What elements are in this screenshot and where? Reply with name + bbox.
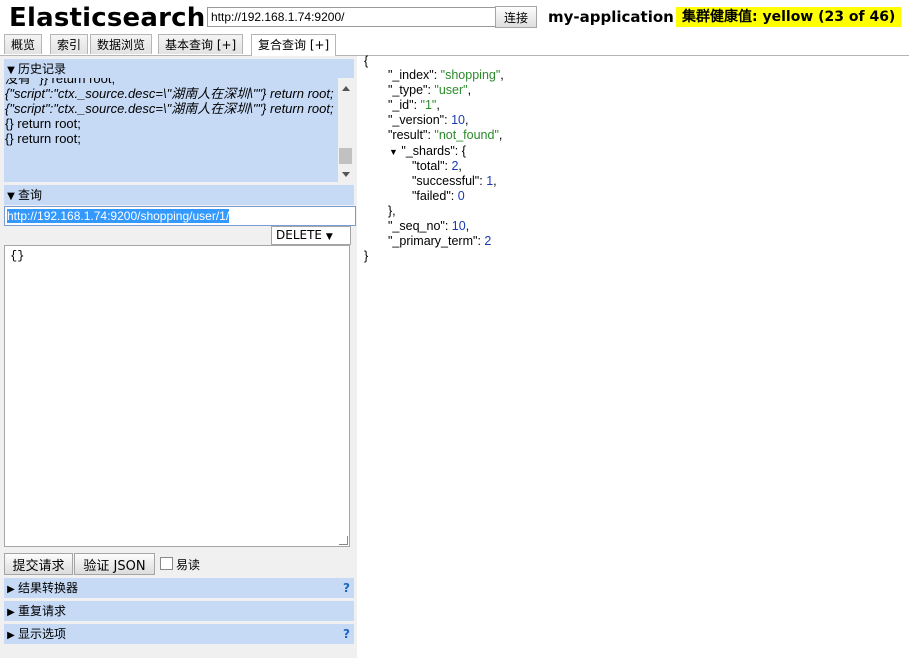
history-item[interactable]: {"script":"ctx._source.desc=\"湖南人在深圳\""}… <box>4 101 334 116</box>
json-field-result: "result": "not_found", <box>388 128 503 142</box>
help-icon[interactable]: ? <box>343 624 350 644</box>
submit-request-button[interactable]: 提交请求 <box>4 553 73 575</box>
json-field-type: "_type": "user", <box>388 83 472 97</box>
collapse-triangle-icon: ▼ <box>7 191 15 202</box>
panel-label: 重复请求 <box>18 604 67 618</box>
scroll-down-arrow-icon[interactable] <box>342 172 350 177</box>
json-shards-close: }, <box>388 204 396 218</box>
request-body-text: {} <box>10 249 25 263</box>
tab-overview[interactable]: 概览 <box>4 34 43 54</box>
connect-button[interactable]: 连接 <box>495 6 537 28</box>
json-field-id: "_id": "1", <box>388 98 440 112</box>
expand-triangle-icon: ▶ <box>7 630 15 641</box>
scroll-thumb[interactable] <box>339 148 352 164</box>
json-field-index: "_index": "shopping", <box>388 68 504 82</box>
panel-display-options[interactable]: ▶ 显示选项 ? <box>4 624 354 644</box>
history-item[interactable]: 没有" }} return root; <box>4 78 334 86</box>
query-title: 查询 <box>18 188 43 202</box>
response-panel: { "_index": "shopping", "_type": "user",… <box>361 54 909 658</box>
history-item[interactable]: {} return root; <box>4 116 334 131</box>
history-item-script: {"script":"ctx._source.desc=\"湖南人在深圳\""}… <box>5 101 334 116</box>
dropdown-arrow-icon: ▼ <box>325 232 333 242</box>
validate-json-button[interactable]: 验证 JSON <box>74 553 155 575</box>
http-method-value: DELETE <box>276 228 323 242</box>
expand-triangle-icon: ▶ <box>7 607 15 618</box>
scroll-up-arrow-icon[interactable] <box>342 86 350 91</box>
history-title: 历史记录 <box>18 62 67 76</box>
history-header[interactable]: ▼ 历史记录 <box>4 59 354 79</box>
query-url-input[interactable]: http://192.168.1.74:9200/shopping/user/1… <box>4 206 356 226</box>
json-field-seq-no: "_seq_no": 10, <box>388 219 470 233</box>
easy-read-label: 易读 <box>176 558 201 572</box>
panel-label: 显示选项 <box>18 627 67 641</box>
query-header[interactable]: ▼ 查询 <box>4 185 354 205</box>
easy-read-checkbox[interactable] <box>160 557 173 570</box>
history-item[interactable]: {"script":"ctx._source.desc=\"湖南人在深圳\""}… <box>4 86 334 101</box>
query-url-text: http://192.168.1.74:9200/shopping/user/1… <box>7 209 230 223</box>
collapse-caret-icon[interactable]: ▼ <box>389 147 398 157</box>
json-field-successful: "successful": 1, <box>412 174 497 188</box>
json-field-primary-term: "_primary_term": 2 <box>388 234 492 248</box>
tab-indices[interactable]: 索引 <box>50 34 89 54</box>
expand-triangle-icon: ▶ <box>7 584 15 595</box>
panel-result-transformer[interactable]: ▶ 结果转换器 ? <box>4 578 354 598</box>
history-scrollbar[interactable] <box>338 78 354 182</box>
json-open-brace: { <box>364 54 369 68</box>
history-item-script: {"script":"ctx._source.desc=\"湖南人在深圳\""}… <box>5 86 334 101</box>
cluster-url-input[interactable] <box>207 7 497 27</box>
json-field-version: "_version": 10, <box>388 113 469 127</box>
tab-browser[interactable]: 数据浏览 <box>90 34 153 54</box>
main-tabs: 概览 索引 数据浏览 基本查询 [+] 复合查询 [+] <box>0 33 909 56</box>
panel-label: 结果转换器 <box>18 581 79 595</box>
json-close-brace: } <box>364 249 369 263</box>
history-list[interactable]: 没有" }} return root; {"script":"ctx._sour… <box>4 78 354 182</box>
app-title: Elasticsearch <box>9 3 206 33</box>
tab-compound-query[interactable]: 复合查询 [+] <box>251 34 337 56</box>
resize-grip-icon[interactable] <box>339 536 348 545</box>
cluster-health-badge: 集群健康值: yellow (23 of 46) <box>676 7 902 27</box>
tab-basic-query[interactable]: 基本查询 [+] <box>158 34 244 54</box>
panel-repeat-request[interactable]: ▶ 重复请求 <box>4 601 354 621</box>
request-body-textarea[interactable]: {} <box>4 245 350 547</box>
json-field-failed: "failed": 0 <box>412 189 465 203</box>
json-field-shards[interactable]: ▼ "_shards": { <box>389 144 466 160</box>
app-header: Elasticsearch 连接 my-application 集群健康值: y… <box>0 0 909 34</box>
http-method-select[interactable]: DELETE ▼ <box>271 226 351 245</box>
history-item[interactable]: {} return root; <box>4 131 334 146</box>
json-field-total: "total": 2, <box>412 159 462 173</box>
help-icon[interactable]: ? <box>343 578 350 598</box>
cluster-name: my-application <box>548 8 674 26</box>
